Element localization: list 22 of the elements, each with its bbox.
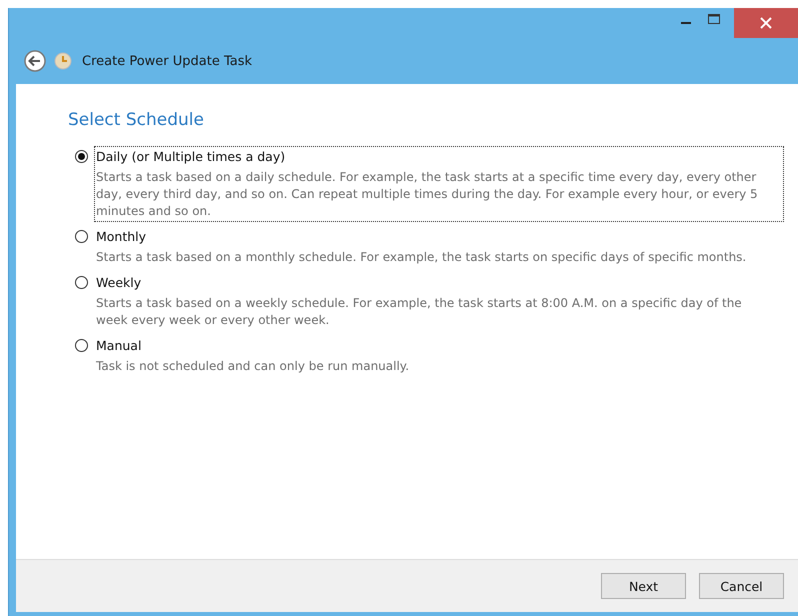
radio-button[interactable] (75, 276, 88, 289)
radio-button[interactable] (75, 230, 88, 243)
option-description: Starts a task based on a weekly schedule. For example, the task starts at 8:00 A.M. on a specific day of the week every week or every other week. (96, 295, 743, 329)
minimize-icon (681, 22, 691, 24)
option-description: Starts a task based on a daily schedule. For example, the task starts at a specific time every day, every other day, every third day, and so on. Can repeat multiple times during the day. For example every hour, or every 5 minutes and so on. (96, 169, 759, 220)
option-label[interactable]: Monthly (96, 228, 781, 245)
option-description: Task is not scheduled and can only be run manually. (96, 358, 410, 375)
maximize-icon (708, 14, 720, 24)
option-label[interactable]: Manual (96, 337, 781, 354)
close-button[interactable] (734, 8, 798, 38)
radio-button[interactable] (75, 339, 88, 352)
option-description: Starts a task based on a monthly schedule. For example, the task starts on specific days of specific months. (96, 249, 748, 266)
cancel-button[interactable]: Cancel (699, 573, 784, 599)
option-label[interactable]: Daily (or Multiple times a day) (96, 148, 781, 165)
close-icon (760, 17, 772, 29)
page-heading: Select Schedule (68, 110, 205, 130)
back-button[interactable] (24, 50, 46, 72)
option-label[interactable]: Weekly (96, 274, 781, 291)
window-title: Create Power Update Task (82, 54, 252, 68)
radio-button[interactable] (75, 150, 88, 163)
next-button[interactable]: Next (601, 573, 686, 599)
clock-icon (54, 52, 72, 70)
